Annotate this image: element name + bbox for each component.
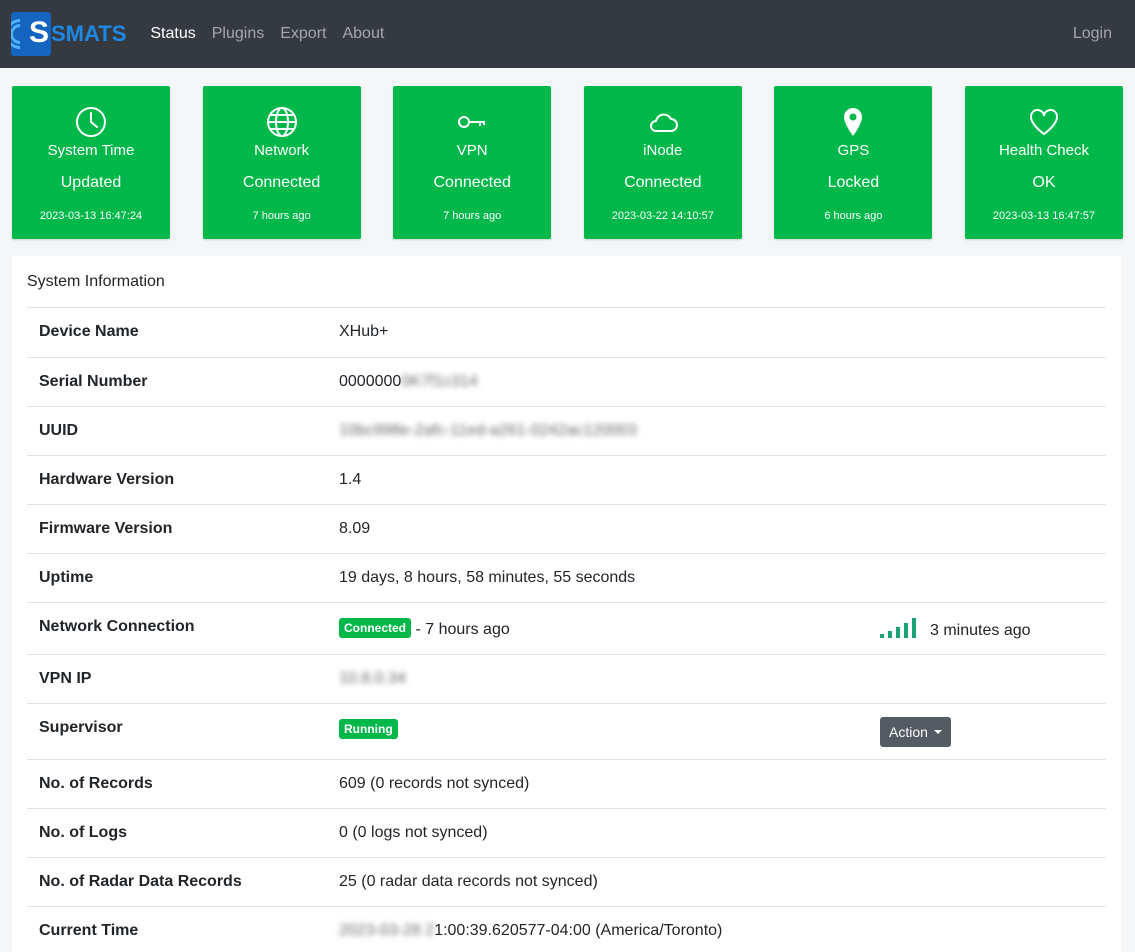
row-label: UUID: [27, 406, 339, 456]
table-row: No. of Radar Data Records 25 (0 radar da…: [27, 857, 1106, 907]
nav-plugins[interactable]: Plugins: [212, 25, 264, 43]
network-connection-value: Connected - 7 hours ago: [339, 602, 880, 655]
tile-label: Network: [254, 142, 310, 159]
current-time-value: 2023-03-28 21:00:39.620577-04:00 (Americ…: [339, 906, 880, 952]
table-row: Serial Number 00000000K7f1c314: [27, 357, 1106, 407]
table-row: No. of Records 609 (0 records not synced…: [27, 759, 1106, 809]
system-information-card: System Information Device Name XHub+ Ser…: [12, 256, 1121, 952]
tile-network: Network Connected 7 hours ago: [202, 86, 361, 239]
tile-status: Connected: [433, 174, 511, 191]
table-row: Supervisor Running Action: [27, 703, 1106, 760]
signal-strength-icon: [880, 617, 920, 638]
row-label: Serial Number: [27, 357, 339, 407]
row-label: Firmware Version: [27, 504, 339, 554]
table-row: Device Name XHub+: [27, 308, 1106, 358]
tile-time: 2023-03-22 14:10:57: [611, 210, 714, 222]
tile-label: System Time: [47, 142, 135, 159]
tile-time: 7 hours ago: [252, 210, 311, 222]
status-badge: Running: [339, 718, 398, 739]
vpn-ip-value: 10.8.0.34: [339, 654, 880, 704]
tile-status: Locked: [827, 174, 880, 191]
tile-time: 7 hours ago: [443, 210, 502, 222]
table-row: Firmware Version 8.09: [27, 504, 1106, 554]
row-label: Hardware Version: [27, 455, 339, 505]
tile-label: GPS: [837, 142, 870, 159]
card-title: System Information: [27, 256, 1106, 308]
smats-logo[interactable]: S SMATS: [11, 12, 126, 56]
tile-status: Connected: [624, 174, 702, 191]
action-dropdown-button[interactable]: Action: [880, 716, 951, 747]
signal-time: 3 minutes ago: [930, 621, 1031, 639]
nav-export[interactable]: Export: [280, 25, 326, 43]
tile-status: Updated: [60, 174, 122, 191]
location-pin-icon: [844, 108, 863, 136]
table-row: UUID 10bc998e-2afc-11ed-a261-0242ac12000…: [27, 406, 1106, 456]
tile-system-time: System Time Updated 2023-03-13 16:47:24: [12, 86, 170, 239]
supervisor-value: Running: [339, 703, 880, 760]
firmware-version-value: 8.09: [339, 504, 880, 554]
nav-about[interactable]: About: [342, 25, 384, 43]
tile-vpn: VPN Connected 7 hours ago: [393, 86, 552, 239]
table-row: Uptime 19 days, 8 hours, 58 minutes, 55 …: [27, 553, 1106, 603]
row-label: Supervisor: [27, 703, 339, 760]
status-tiles: System Time Updated 2023-03-13 16:47:24 …: [0, 68, 1135, 239]
logo-mark-icon: S: [11, 12, 51, 56]
device-name-value: XHub+: [339, 308, 880, 358]
table-row: Current Time 2023-03-28 21:00:39.620577-…: [27, 906, 1106, 952]
row-label: No. of Radar Data Records: [27, 857, 339, 907]
row-label: Current Time: [27, 906, 339, 952]
tile-time: 2023-03-13 16:47:24: [39, 210, 143, 222]
row-label: Uptime: [27, 553, 339, 603]
row-label: No. of Logs: [27, 808, 339, 858]
status-badge: Connected: [339, 617, 412, 638]
tile-inode: iNode Connected 2023-03-22 14:10:57: [583, 86, 742, 239]
globe-icon: [266, 107, 297, 137]
tile-health-check: Health Check OK 2023-03-13 16:47:57: [964, 86, 1123, 239]
row-label: VPN IP: [27, 654, 339, 704]
serial-number-value: 00000000K7f1c314: [339, 357, 880, 407]
table-row: VPN IP 10.8.0.34: [27, 654, 1106, 704]
nav-status[interactable]: Status: [150, 25, 195, 43]
uuid-value: 10bc998e-2afc-11ed-a261-0242ac120003: [339, 406, 880, 456]
tile-time: 6 hours ago: [824, 210, 883, 222]
records-value: 609 (0 records not synced): [339, 759, 880, 809]
tile-time: 2023-03-13 16:47:57: [992, 210, 1096, 222]
tile-label: iNode: [643, 142, 683, 159]
tile-gps: GPS Locked 6 hours ago: [774, 86, 933, 239]
login-link[interactable]: Login: [1073, 25, 1112, 43]
tile-status: OK: [1032, 174, 1056, 191]
key-icon: [458, 116, 486, 128]
row-label: Network Connection: [27, 602, 339, 655]
table-row: Network Connection Connected - 7 hours a…: [27, 602, 1106, 655]
heart-icon: [1029, 109, 1058, 136]
table-row: No. of Logs 0 (0 logs not synced): [27, 808, 1106, 858]
logs-value: 0 (0 logs not synced): [339, 808, 880, 858]
signal-cell: 3 minutes ago: [880, 602, 1106, 655]
hardware-version-value: 1.4: [339, 455, 880, 505]
tile-label: VPN: [456, 142, 488, 159]
navbar: S SMATS Status Plugins Export About Logi…: [0, 0, 1135, 68]
system-info-table: Device Name XHub+ Serial Number 00000000…: [27, 308, 1106, 952]
caret-down-icon: [933, 729, 942, 734]
cloud-icon: [649, 113, 678, 132]
tile-label: Health Check: [998, 142, 1089, 159]
clock-icon: [76, 107, 106, 137]
table-row: Hardware Version 1.4: [27, 455, 1106, 505]
row-label: No. of Records: [27, 759, 339, 809]
row-label: Device Name: [27, 308, 339, 358]
radar-records-value: 25 (0 radar data records not synced): [339, 857, 880, 907]
uptime-value: 19 days, 8 hours, 58 minutes, 55 seconds: [339, 553, 880, 603]
logo-text: SMATS: [51, 21, 127, 46]
tile-status: Connected: [242, 174, 321, 191]
